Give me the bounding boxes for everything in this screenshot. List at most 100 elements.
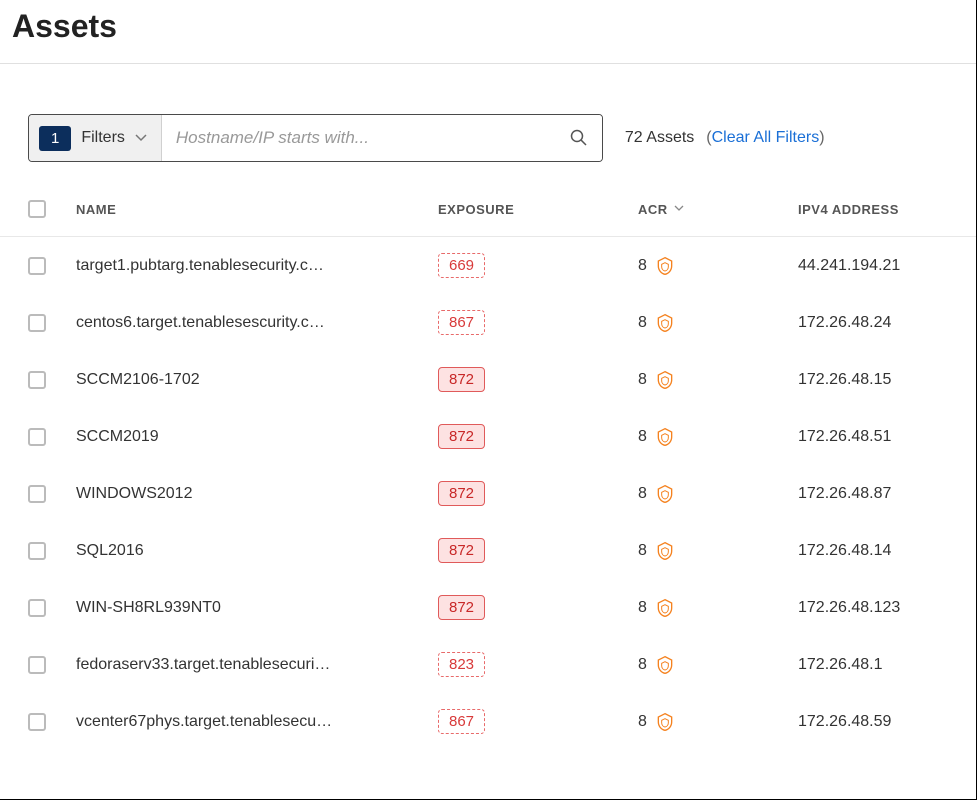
asset-name: SCCM2019 [76,428,438,446]
table-row[interactable]: fedoraserv33.target.tenablesecuri…823817… [0,636,976,693]
row-checkbox[interactable] [28,713,46,731]
header-checkbox-cell [28,200,76,218]
asset-name: WINDOWS2012 [76,485,438,503]
exposure-cell: 872 [438,595,638,620]
sort-desc-icon [674,204,684,215]
acr-value: 8 [638,713,647,731]
exposure-badge: 872 [438,367,485,392]
search-icon[interactable] [556,129,602,147]
acr-cell: 8 [638,541,798,561]
asset-name: SQL2016 [76,542,438,560]
table-row[interactable]: vcenter67phys.target.tenablesecu…867 8 172… [0,693,976,750]
shield-icon [655,313,675,333]
shield-icon [655,427,675,447]
exposure-cell: 872 [438,367,638,392]
asset-count: 72 Assets [625,129,694,147]
acr-value: 8 [638,542,647,560]
table-row[interactable]: SCCM2106-17028728172.26.48.15 [0,351,976,408]
ipv4-address: 172.26.48.59 [798,713,948,731]
exposure-cell: 872 [438,538,638,563]
acr-cell: 8 [638,712,798,732]
table-row[interactable]: WINDOWS20128728172.26.48.87 [0,465,976,522]
header-ipv4[interactable]: IPV4 ADDRESS [798,202,948,217]
row-checkbox[interactable] [28,314,46,332]
toolbar: 1 Filters 72 Assets (Clear All Filters) [0,64,976,182]
table-row[interactable]: SCCM2019872 8 172.26.48.51 [0,408,976,465]
acr-cell: 8 [638,655,798,675]
exposure-cell: 823 [438,652,638,677]
exposure-cell: 872 [438,424,638,449]
exposure-badge: 872 [438,424,485,449]
ipv4-address: 172.26.48.51 [798,428,948,446]
acr-value: 8 [638,656,647,674]
row-checkbox[interactable] [28,599,46,617]
row-checkbox[interactable] [28,371,46,389]
ipv4-address: 172.26.48.87 [798,485,948,503]
exposure-cell: 669 [438,253,638,278]
row-checkbox[interactable] [28,485,46,503]
row-checkbox[interactable] [28,428,46,446]
row-checkbox-cell [28,428,76,446]
acr-cell: 8 [638,370,798,390]
exposure-cell: 872 [438,481,638,506]
shield-icon [655,484,675,504]
shield-icon [655,256,675,276]
search-wrap [162,115,602,161]
exposure-badge: 872 [438,595,485,620]
table-header: NAME EXPOSURE ACR IPV4 ADDRESS [0,182,976,237]
exposure-cell: 867 [438,310,638,335]
acr-value: 8 [638,428,647,446]
acr-cell: 8 [638,598,798,618]
asset-name: centos6.target.tenablesescurity.c… [76,314,438,332]
row-checkbox[interactable] [28,656,46,674]
table-row[interactable]: centos6.target.tenablesescurity.c…867817… [0,294,976,351]
page-title: Assets [0,0,976,64]
exposure-cell: 867 [438,709,638,734]
row-checkbox-cell [28,599,76,617]
acr-cell: 8 [638,256,798,276]
filters-label: Filters [81,129,125,147]
search-input[interactable] [162,128,556,148]
shield-icon [655,712,675,732]
row-checkbox-cell [28,257,76,275]
select-all-checkbox[interactable] [28,200,46,218]
ipv4-address: 172.26.48.1 [798,656,948,674]
header-acr-label: ACR [638,202,668,217]
header-exposure[interactable]: EXPOSURE [438,202,638,217]
acr-cell: 8 [638,313,798,333]
table-row[interactable]: SQL20168728 172.26.48.14 [0,522,976,579]
acr-cell: 8 [638,427,798,447]
exposure-badge: 872 [438,481,485,506]
exposure-badge: 867 [438,310,485,335]
acr-value: 8 [638,599,647,617]
clear-all-filters-link[interactable]: Clear All Filters [712,129,820,146]
ipv4-address: 172.26.48.15 [798,371,948,389]
asset-name: vcenter67phys.target.tenablesecu… [76,713,438,731]
acr-value: 8 [638,371,647,389]
row-checkbox-cell [28,542,76,560]
chevron-down-icon [135,131,147,145]
acr-value: 8 [638,314,647,332]
header-name[interactable]: NAME [76,202,438,217]
exposure-badge: 823 [438,652,485,677]
acr-value: 8 [638,257,647,275]
ipv4-address: 172.26.48.14 [798,542,948,560]
row-checkbox[interactable] [28,257,46,275]
row-checkbox-cell [28,656,76,674]
header-acr[interactable]: ACR [638,202,798,217]
row-checkbox-cell [28,713,76,731]
ipv4-address: 44.241.194.21 [798,257,948,275]
filters-button[interactable]: 1 Filters [29,115,162,161]
shield-icon [655,655,675,675]
assets-table: NAME EXPOSURE ACR IPV4 ADDRESS target1.p… [0,182,976,750]
filter-search-group: 1 Filters [28,114,603,162]
exposure-badge: 867 [438,709,485,734]
table-row[interactable]: WIN-SH8RL939NT0872 8 172.26.48.123 [0,579,976,636]
exposure-badge: 669 [438,253,485,278]
row-checkbox-cell [28,371,76,389]
table-body: target1.pubtarg.tenablesecurity.c…669844… [0,237,976,750]
row-checkbox[interactable] [28,542,46,560]
asset-name: WIN-SH8RL939NT0 [76,599,438,617]
ipv4-address: 172.26.48.123 [798,599,948,617]
table-row[interactable]: target1.pubtarg.tenablesecurity.c…669844… [0,237,976,294]
